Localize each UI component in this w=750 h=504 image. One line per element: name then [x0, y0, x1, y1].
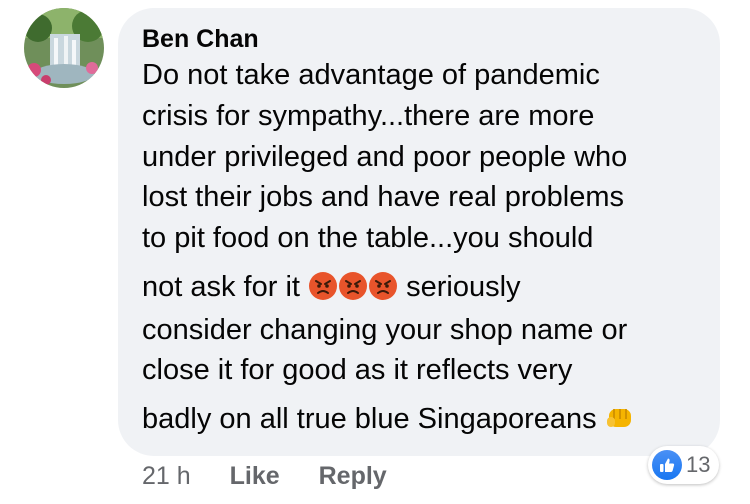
comment: Ben Chan Do not take advantage of pandem…: [0, 0, 750, 504]
comment-text: seriously: [406, 271, 521, 303]
timestamp[interactable]: 21 h: [142, 461, 191, 491]
author-name[interactable]: Ben Chan: [142, 24, 259, 54]
comment-actions: 21 h Like Reply: [142, 461, 419, 491]
angry-face-icon: [368, 271, 398, 301]
like-button[interactable]: Like: [230, 461, 280, 491]
angry-face-icon: [308, 271, 338, 301]
comment-line: consider changing your shop name or: [142, 314, 628, 346]
comment-line-with-emoji: not ask for it seriously: [142, 270, 521, 304]
comment-line: close it for good as it reflects very: [142, 354, 573, 386]
avatar[interactable]: [24, 8, 104, 88]
reply-button[interactable]: Reply: [319, 461, 387, 491]
comment-line: Do not take advantage of pandemic: [142, 59, 600, 91]
like-icon: [652, 450, 682, 480]
reaction-summary[interactable]: 13: [648, 446, 720, 484]
comment-text: not ask for it: [142, 271, 300, 303]
oncoming-fist-icon: [605, 403, 635, 433]
angry-face-icon: [338, 271, 368, 301]
comment-line: lost their jobs and have real problems: [142, 181, 624, 213]
comment-text: badly on all true blue Singaporeans: [142, 403, 597, 435]
comment-line: crisis for sympathy...there are more: [142, 100, 595, 132]
comment-line-with-emoji: badly on all true blue Singaporeans: [142, 402, 635, 436]
comment-line: to pit food on the table...you should: [142, 222, 594, 254]
comment-line: under privileged and poor people who: [142, 141, 628, 173]
reaction-count: 13: [686, 452, 711, 477]
